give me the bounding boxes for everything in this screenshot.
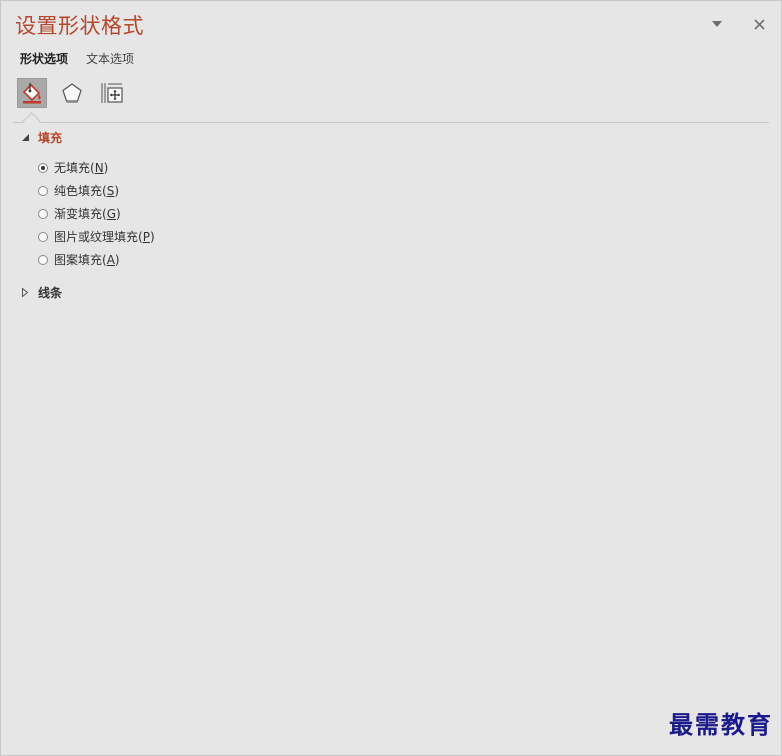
tab-shape-options[interactable]: 形状选项 (20, 50, 68, 67)
pane-title: 设置形状格式 (15, 14, 144, 38)
chevron-down-icon (712, 21, 722, 27)
effects-button[interactable] (57, 78, 87, 108)
fill-section-header[interactable]: 填充 (21, 129, 62, 146)
option-suffix: ) (116, 206, 121, 221)
option-label: 渐变填充( (54, 207, 107, 221)
radio-gradient-fill[interactable]: 渐变填充(G) (38, 202, 155, 225)
fill-section-label: 填充 (38, 131, 63, 145)
format-shape-pane: 设置形状格式 形状选项 文本选项 填充 无填充(N) 纯色填充(S) 渐… (0, 0, 782, 756)
watermark: 最需教育 (669, 710, 773, 739)
option-accesskey: G (106, 206, 116, 221)
option-suffix: ) (114, 252, 120, 267)
radio-picture-texture-fill[interactable]: 图片或纹理填充(P) (38, 225, 155, 248)
radio-button[interactable] (38, 162, 48, 173)
selected-category-pointer (22, 112, 41, 131)
size-properties-icon (101, 83, 123, 103)
radio-button[interactable] (38, 231, 48, 242)
fill-line-icon (22, 83, 41, 104)
radio-pattern-fill[interactable]: 图案填充(A) (38, 248, 155, 271)
size-properties-button[interactable] (97, 78, 127, 108)
close-icon (753, 18, 765, 30)
line-section-header[interactable]: 线条 (21, 284, 62, 301)
option-suffix: ) (114, 183, 119, 198)
option-accesskey: A (106, 252, 115, 267)
pane-options-button[interactable] (706, 13, 728, 35)
option-label: 图片或纹理填充( (54, 230, 143, 244)
effects-pentagon-icon (62, 83, 82, 103)
section-divider (13, 122, 769, 123)
option-accesskey: S (106, 183, 115, 198)
fill-line-button[interactable] (17, 78, 47, 108)
option-label: 无填充( (54, 161, 95, 175)
options-tabs: 形状选项 文本选项 (20, 50, 134, 67)
expanded-triangle-icon (21, 134, 29, 142)
option-suffix: ) (103, 160, 109, 175)
tab-text-options[interactable]: 文本选项 (86, 50, 134, 67)
option-accesskey: N (94, 160, 104, 175)
close-button[interactable] (748, 13, 770, 35)
radio-solid-fill[interactable]: 纯色填充(S) (38, 179, 155, 202)
option-suffix: ) (149, 229, 155, 244)
radio-no-fill[interactable]: 无填充(N) (38, 156, 155, 179)
radio-button[interactable] (38, 254, 48, 265)
line-section-label: 线条 (38, 286, 63, 300)
category-icon-row (17, 78, 127, 108)
fill-options-list: 无填充(N) 纯色填充(S) 渐变填充(G) 图片或纹理填充(P) 图案填充(A… (38, 156, 155, 271)
option-label: 纯色填充( (54, 184, 107, 198)
radio-button[interactable] (38, 185, 48, 196)
option-accesskey: P (142, 229, 150, 244)
collapsed-triangle-icon (21, 288, 29, 297)
option-label: 图案填充( (54, 253, 107, 267)
radio-button[interactable] (38, 208, 48, 219)
